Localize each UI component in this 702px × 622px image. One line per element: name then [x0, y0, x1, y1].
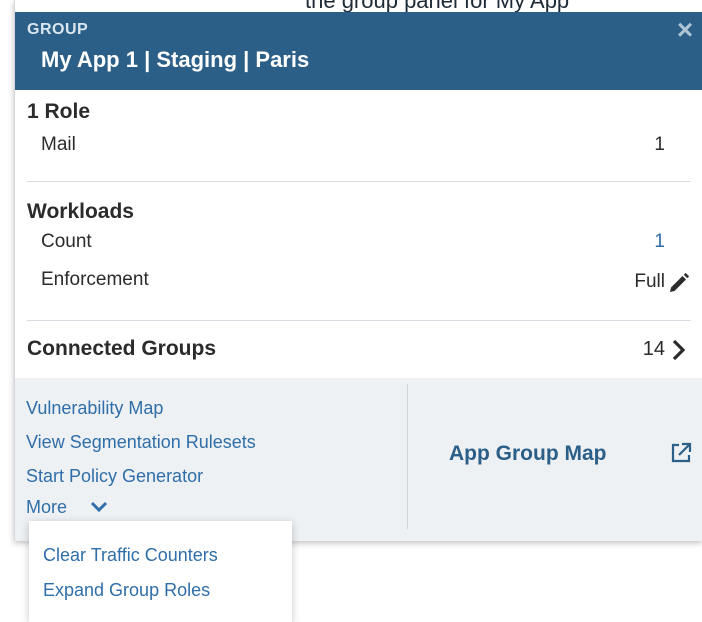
close-icon[interactable]: ×	[673, 16, 697, 44]
start-policy-generator-link[interactable]: Start Policy Generator	[26, 466, 203, 487]
more-dropdown-menu: Clear Traffic Counters Expand Group Role…	[29, 521, 292, 622]
background-text: the group panel for My App	[305, 0, 665, 12]
pencil-icon[interactable]	[667, 271, 691, 295]
app-group-map-link[interactable]: App Group Map	[449, 442, 606, 466]
role-count-mail: 1	[654, 134, 665, 155]
more-menu-toggle[interactable]: More	[26, 497, 67, 518]
top-cut-strip: the group panel for My App	[15, 0, 702, 12]
footer-divider	[407, 384, 408, 529]
chevron-right-icon[interactable]	[669, 338, 689, 362]
panel-header: the group panel for My App GROUP My App …	[15, 0, 702, 90]
clear-traffic-counters-item[interactable]: Clear Traffic Counters	[43, 545, 218, 566]
workloads-title: Workloads	[27, 200, 134, 223]
divider	[27, 320, 691, 321]
role-label-mail: Mail	[41, 134, 76, 155]
connected-groups-count[interactable]: 14	[621, 338, 665, 361]
divider	[27, 181, 691, 182]
group-title: My App 1 | Staging | Paris	[41, 47, 310, 72]
workload-count-label: Count	[41, 231, 92, 252]
enforcement-label: Enforcement	[41, 269, 149, 290]
roles-title: 1 Role	[27, 100, 91, 123]
connected-groups-title[interactable]: Connected Groups	[27, 337, 216, 361]
external-link-icon[interactable]	[670, 442, 692, 464]
expand-group-roles-item[interactable]: Expand Group Roles	[43, 580, 210, 601]
enforcement-value: Full	[634, 271, 665, 292]
view-segmentation-rulesets-link[interactable]: View Segmentation Rulesets	[26, 432, 256, 453]
workload-count-link[interactable]: 1	[645, 231, 665, 253]
panel-type-label: GROUP	[27, 21, 89, 38]
chevron-down-icon[interactable]	[90, 500, 108, 514]
vulnerability-map-link[interactable]: Vulnerability Map	[26, 398, 163, 419]
group-panel: the group panel for My App GROUP My App …	[14, 0, 702, 541]
